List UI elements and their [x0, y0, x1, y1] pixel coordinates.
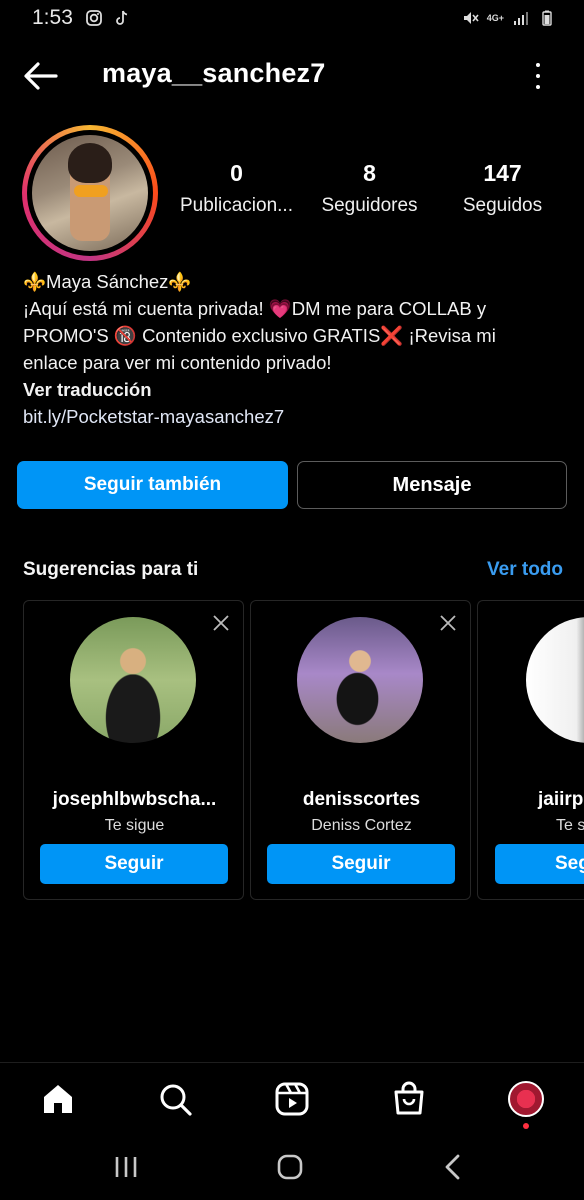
- suggestion-avatar[interactable]: [526, 617, 584, 743]
- suggestions-title: Sugerencias para ti: [23, 559, 199, 580]
- status-right-icons: 4G+: [461, 9, 556, 27]
- more-vertical-icon[interactable]: [528, 60, 548, 92]
- follow-button[interactable]: Seguir: [267, 844, 455, 884]
- bio-link[interactable]: bit.ly/Pocketstar-mayasanchez7: [23, 403, 563, 430]
- recents-icon[interactable]: [108, 1151, 144, 1183]
- bio-line-3: enlace para ver mi contenido privado!: [23, 352, 332, 373]
- follow-button[interactable]: Seg: [495, 844, 584, 884]
- suggestion-avatar[interactable]: [297, 617, 423, 743]
- search-icon[interactable]: [157, 1081, 193, 1117]
- profile-avatar: [32, 135, 148, 251]
- profile-avatar-ring[interactable]: [22, 125, 158, 261]
- tiktok-icon: [116, 10, 128, 25]
- stat-following-label: Seguidos: [462, 195, 543, 216]
- stat-posts-label: Publicacion...: [179, 195, 293, 216]
- bio-display-name: ⚜️Maya Sánchez⚜️: [23, 271, 192, 292]
- stat-posts[interactable]: 0 Publicacion...: [170, 160, 303, 217]
- suggestion-card[interactable]: jaiirpl Te s Seg: [477, 600, 584, 900]
- status-left-icons: [85, 9, 131, 27]
- profile-avatar[interactable]: [508, 1081, 544, 1117]
- status-time: 1:53: [32, 6, 73, 29]
- home-icon[interactable]: [40, 1081, 76, 1117]
- suggestion-card[interactable]: denisscortes Deniss Cortez Seguir: [250, 600, 471, 900]
- stat-following-value: 147: [483, 160, 522, 186]
- arrow-left-icon[interactable]: [22, 60, 58, 92]
- bio-line-1: ¡Aquí está mi cuenta privada! 💗DM me par…: [23, 298, 487, 319]
- message-button[interactable]: Mensaje: [297, 461, 567, 509]
- suggestion-username[interactable]: jaiirpl: [538, 789, 584, 811]
- suggestion-subtitle: Te s: [556, 817, 584, 834]
- bottom-nav: [0, 1062, 584, 1137]
- suggestion-avatar[interactable]: [70, 617, 196, 743]
- stat-followers[interactable]: 8 Seguidores: [303, 160, 436, 217]
- suggestion-username[interactable]: josephlbwbscha...: [32, 789, 237, 811]
- close-icon[interactable]: [211, 613, 231, 633]
- stat-posts-value: 0: [230, 160, 243, 186]
- battery-icon: [542, 10, 552, 26]
- signal-icon: [514, 12, 528, 25]
- profile-username: maya__sanchez7: [102, 58, 326, 88]
- stat-followers-label: Seguidores: [321, 195, 418, 216]
- follow-back-button[interactable]: Seguir también: [17, 461, 288, 509]
- see-all-link[interactable]: Ver todo: [487, 559, 563, 581]
- reels-icon[interactable]: [274, 1081, 310, 1117]
- instagram-icon: [85, 10, 102, 26]
- back-chevron-icon[interactable]: [436, 1151, 472, 1183]
- notification-dot: [523, 1123, 529, 1129]
- suggestion-subtitle: Deniss Cortez: [311, 817, 412, 834]
- mute-icon: [463, 12, 479, 24]
- profile-stats: 0 Publicacion... 8 Seguidores 147 Seguid…: [170, 160, 570, 217]
- suggestion-card[interactable]: josephlbwbscha... Te sigue Seguir: [23, 600, 244, 900]
- suggestion-username[interactable]: denisscortes: [259, 789, 464, 811]
- profile-bio: ⚜️Maya Sánchez⚜️ ¡Aquí está mi cuenta pr…: [23, 268, 563, 430]
- bio-line-2: PROMO'S 🔞 Contenido exclusivo GRATIS❌ ¡R…: [23, 325, 496, 346]
- home-circle-icon[interactable]: [272, 1151, 308, 1183]
- suggestion-subtitle: Te sigue: [104, 817, 165, 834]
- follow-button[interactable]: Seguir: [40, 844, 228, 884]
- system-nav: [0, 1137, 584, 1200]
- see-translation-link[interactable]: Ver traducción: [23, 376, 563, 403]
- shop-icon[interactable]: [391, 1081, 427, 1117]
- stat-following[interactable]: 147 Seguidos: [436, 160, 569, 217]
- stat-followers-value: 8: [363, 160, 376, 186]
- profile-header-bar: maya__sanchez7: [0, 48, 584, 104]
- status-bar: 1:53 4G+: [0, 0, 584, 36]
- close-icon[interactable]: [438, 613, 458, 633]
- network-4g-icon: 4G+: [486, 12, 504, 23]
